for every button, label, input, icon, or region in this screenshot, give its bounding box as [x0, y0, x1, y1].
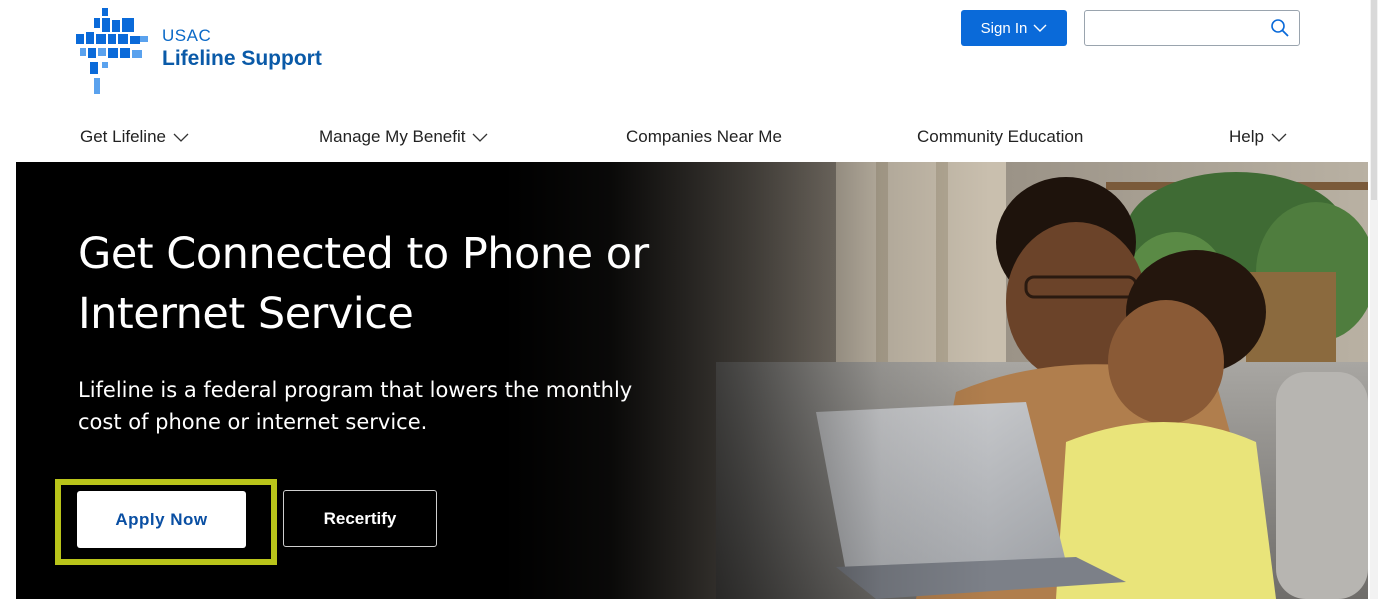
- nav-item-get-lifeline[interactable]: Get Lifeline: [80, 118, 189, 156]
- sign-in-label: Sign In: [980, 19, 1028, 37]
- chevron-down-icon: [1271, 133, 1287, 142]
- hero-title: Get Connected to Phone or Internet Servi…: [78, 229, 649, 339]
- chevron-down-icon: [473, 133, 488, 142]
- logo-site-name: Lifeline Support: [162, 47, 322, 70]
- nav-item-companies-near-me[interactable]: Companies Near Me: [626, 118, 782, 156]
- recertify-button[interactable]: Recertify: [283, 490, 437, 547]
- search-icon[interactable]: [1270, 18, 1290, 38]
- nav-item-label: Help: [1229, 127, 1264, 146]
- nav-item-manage-my-benefit[interactable]: Manage My Benefit: [319, 118, 488, 156]
- nav-item-label: Companies Near Me: [626, 127, 782, 146]
- nav-item-label: Community Education: [917, 127, 1084, 146]
- apply-now-button[interactable]: Apply Now: [77, 491, 246, 548]
- nav-item-community-education[interactable]: Community Education: [917, 118, 1083, 156]
- page-scrollbar[interactable]: [1370, 0, 1378, 599]
- sign-in-button[interactable]: Sign In: [961, 10, 1067, 46]
- chevron-down-icon: [1033, 24, 1047, 32]
- nav-item-label: Manage My Benefit: [319, 127, 466, 146]
- usac-logo-mark: [76, 8, 148, 94]
- scrollbar-thumb[interactable]: [1371, 0, 1377, 200]
- nav-item-label: Get Lifeline: [80, 127, 166, 146]
- search-input[interactable]: [1085, 11, 1265, 45]
- main-nav: Get Lifeline Manage My Benefit Companies…: [0, 118, 1378, 156]
- nav-item-help[interactable]: Help: [1229, 118, 1287, 156]
- site-logo[interactable]: USAC Lifeline Support: [74, 8, 374, 96]
- chevron-down-icon: [173, 133, 189, 142]
- search-box: [1084, 10, 1300, 46]
- hero-subtitle: Lifeline is a federal program that lower…: [78, 378, 633, 434]
- hero-banner: Get Connected to Phone or Internet Servi…: [16, 162, 1368, 599]
- logo-usac-text: USAC: [162, 26, 212, 45]
